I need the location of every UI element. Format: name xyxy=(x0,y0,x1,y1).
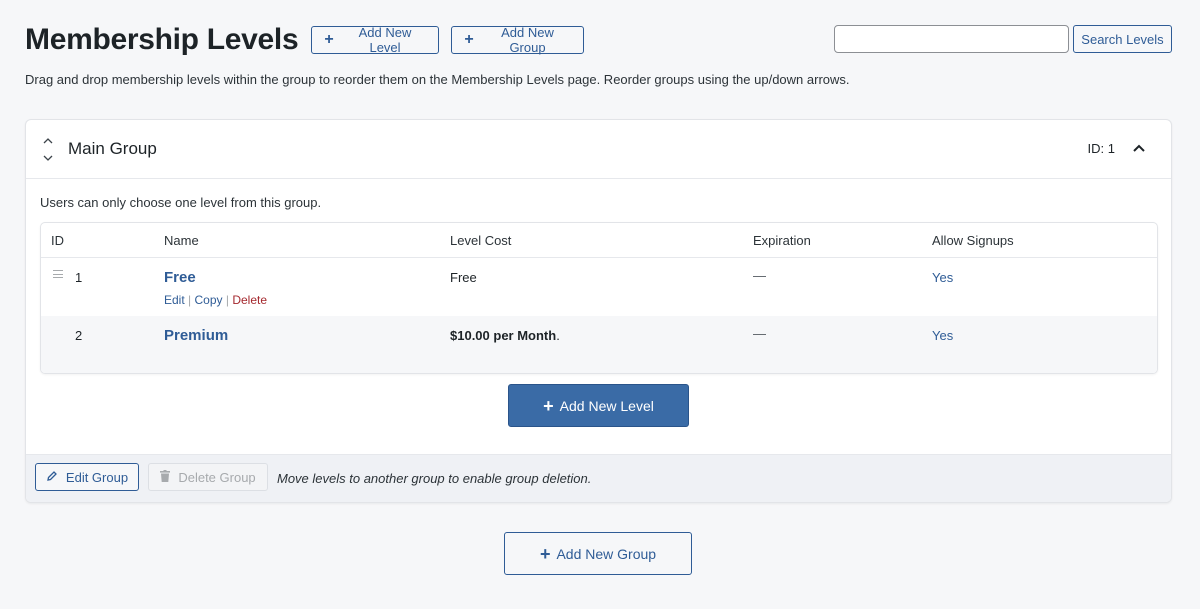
levels-table: ID Name Level Cost Expiration Allow Sign… xyxy=(40,222,1158,374)
page-header: Membership Levels + Add New Level + Add … xyxy=(25,22,585,58)
delete-group-button[interactable]: Delete Group xyxy=(148,463,268,491)
group-id: ID: 1 xyxy=(1087,141,1115,156)
edit-group-button[interactable]: Edit Group xyxy=(35,463,139,491)
column-header-name: Name xyxy=(164,233,199,248)
plus-icon: + xyxy=(539,543,551,564)
level-name-link[interactable]: Premium xyxy=(164,327,228,344)
trash-icon xyxy=(160,469,171,485)
search-input[interactable] xyxy=(834,25,1069,53)
add-level-to-group-button[interactable]: + Add New Level xyxy=(508,384,689,427)
level-expiration: — xyxy=(753,268,766,283)
search-box: Search Levels xyxy=(834,25,1172,53)
add-new-group-button[interactable]: + Add New Group xyxy=(451,25,585,55)
add-new-group-label: Add New Group xyxy=(501,25,554,55)
edit-link[interactable]: Edit xyxy=(164,293,185,307)
chevron-down-icon[interactable] xyxy=(43,152,53,164)
delete-group-note: Move levels to another group to enable g… xyxy=(277,471,592,486)
level-cost-amount: $10.00 per Month xyxy=(450,328,557,343)
table-header: ID Name Level Cost Expiration Allow Sign… xyxy=(41,223,1157,258)
separator: | xyxy=(225,293,229,307)
level-name-link[interactable]: Free xyxy=(164,269,196,286)
column-header-level-cost: Level Cost xyxy=(450,233,512,248)
table-row[interactable]: 1 Free Edit | Copy | Delete Free — Yes xyxy=(41,258,1157,316)
drag-handle-icon[interactable] xyxy=(53,270,63,278)
level-cost-suffix: . xyxy=(556,328,560,343)
delete-group-label: Delete Group xyxy=(178,469,256,485)
intro-text: Drag and drop membership levels within t… xyxy=(25,72,850,87)
search-levels-button[interactable]: Search Levels xyxy=(1073,25,1172,53)
group-description: Users can only choose one level from thi… xyxy=(40,195,322,210)
delete-link[interactable]: Delete xyxy=(232,293,267,307)
group-footer: Edit Group Delete Group Move levels to a… xyxy=(26,454,1171,502)
level-cost: $10.00 per Month. xyxy=(450,328,560,343)
group-sort-arrows xyxy=(41,134,55,164)
group-name: Main Group xyxy=(68,139,157,158)
add-new-level-button[interactable]: + Add New Level xyxy=(311,25,440,55)
page-title: Membership Levels xyxy=(25,23,299,56)
plus-icon: + xyxy=(464,31,474,48)
plus-icon: + xyxy=(324,31,334,48)
add-new-group-bottom-label: Add New Group xyxy=(556,545,657,562)
row-actions: Edit | Copy | Delete xyxy=(164,293,267,307)
chevron-up-icon[interactable] xyxy=(43,134,53,146)
collapse-chevron-icon[interactable] xyxy=(1131,140,1147,156)
column-header-expiration: Expiration xyxy=(753,233,811,248)
group-header: Main Group ID: 1 xyxy=(26,120,1171,179)
column-header-allow-signups: Allow Signups xyxy=(932,233,1014,248)
allow-signups-link[interactable]: Yes xyxy=(932,270,953,285)
add-new-group-bottom-button[interactable]: + Add New Group xyxy=(504,532,692,575)
pencil-icon xyxy=(46,470,58,485)
table-row[interactable]: 2 Premium $10.00 per Month. — Yes xyxy=(41,316,1157,373)
level-expiration: — xyxy=(753,326,766,341)
plus-icon: + xyxy=(543,395,554,416)
add-level-to-group-label: Add New Level xyxy=(559,397,654,414)
edit-group-label: Edit Group xyxy=(65,469,129,485)
copy-link[interactable]: Copy xyxy=(195,293,223,307)
allow-signups-link[interactable]: Yes xyxy=(932,328,953,343)
level-id: 2 xyxy=(75,328,83,343)
separator: | xyxy=(188,293,192,307)
level-id: 1 xyxy=(75,270,83,285)
column-header-id: ID xyxy=(51,233,64,248)
level-cost: Free xyxy=(450,270,477,285)
add-new-level-label: Add New Level xyxy=(358,25,412,55)
group-card: Main Group ID: 1 Users can only choose o… xyxy=(25,119,1172,503)
